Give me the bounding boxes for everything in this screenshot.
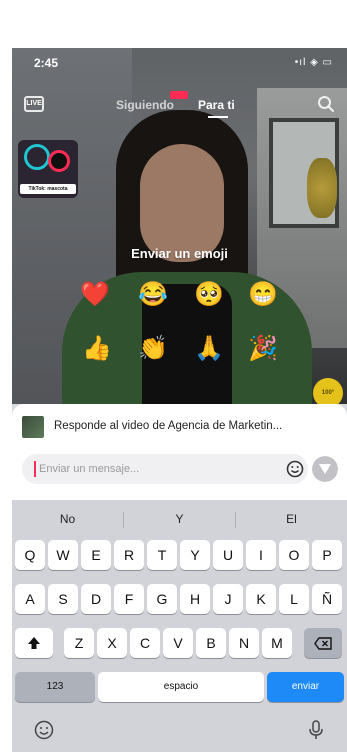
key-m[interactable]: M <box>262 628 292 658</box>
key-n[interactable]: N <box>229 628 259 658</box>
key-g[interactable]: G <box>147 584 177 614</box>
key-d[interactable]: D <box>81 584 111 614</box>
promo-sticker[interactable]: TikTok: mascota <box>18 140 78 198</box>
status-time: 2:45 <box>34 56 59 70</box>
video-thumbnail <box>22 416 44 438</box>
message-input[interactable] <box>34 461 264 477</box>
coin-badge[interactable]: 100° <box>313 378 343 404</box>
suggestion-y[interactable]: Y <box>124 506 235 532</box>
key-b[interactable]: B <box>196 628 226 658</box>
shift-key[interactable] <box>15 628 53 658</box>
emoji-party[interactable]: 🎉 <box>248 334 278 364</box>
key-enye[interactable]: Ñ <box>312 584 342 614</box>
keyboard: No Y El Q W E R T Y U I O P A S D F G H … <box>12 500 347 752</box>
key-u[interactable]: U <box>213 540 243 570</box>
send-arrow-icon[interactable] <box>312 456 338 482</box>
key-x[interactable]: X <box>97 628 127 658</box>
emoji-laughing[interactable]: 😂 <box>138 280 168 310</box>
key-w[interactable]: W <box>48 540 78 570</box>
key-v[interactable]: V <box>163 628 193 658</box>
promo-vinyl-icon <box>48 150 70 172</box>
shift-arrow-icon <box>28 637 40 649</box>
key-y[interactable]: Y <box>180 540 210 570</box>
emoji-grinning[interactable]: 😁 <box>248 280 278 310</box>
video-player[interactable]: 2:45 •ıl ◈ ▭ LIVE Siguiendo Para ti TikT… <box>12 48 347 404</box>
key-a[interactable]: A <box>15 584 45 614</box>
active-tab-indicator <box>208 116 228 118</box>
key-p[interactable]: P <box>312 540 342 570</box>
numbers-key[interactable]: 123 <box>15 672 95 702</box>
key-c[interactable]: C <box>130 628 160 658</box>
emoji-picker-title: Enviar un emoji <box>131 246 228 261</box>
reply-panel: Responde al video de Agencia de Marketin… <box>12 404 347 500</box>
live-label: LIVE <box>26 100 42 107</box>
key-z[interactable]: Z <box>64 628 94 658</box>
reply-context-text: Responde al video de Agencia de Marketin… <box>54 420 283 432</box>
key-q[interactable]: Q <box>15 540 45 570</box>
key-i[interactable]: I <box>246 540 276 570</box>
emoji-thumbs-up[interactable]: 👍 <box>82 334 112 364</box>
promo-ring-icon <box>24 144 50 170</box>
space-key[interactable]: espacio <box>98 672 264 702</box>
key-o[interactable]: O <box>279 540 309 570</box>
key-j[interactable]: J <box>213 584 243 614</box>
promo-label: TikTok: mascota <box>20 184 76 194</box>
tab-para-ti[interactable]: Para ti <box>198 98 235 112</box>
key-l[interactable]: L <box>279 584 309 614</box>
backspace-icon <box>314 637 332 650</box>
send-key[interactable]: enviar <box>267 672 344 702</box>
emoji-pleading[interactable]: 🥺 <box>194 280 224 310</box>
emoji-keyboard-icon[interactable] <box>32 718 56 742</box>
key-r[interactable]: R <box>114 540 144 570</box>
emoji-pray[interactable]: 🙏 <box>194 334 224 364</box>
message-field[interactable] <box>22 454 308 484</box>
key-t[interactable]: T <box>147 540 177 570</box>
suggestion-no[interactable]: No <box>12 506 123 532</box>
emoji-heart[interactable]: ❤️ <box>80 280 110 310</box>
video-dim-overlay <box>12 48 347 404</box>
key-e[interactable]: E <box>81 540 111 570</box>
search-icon[interactable] <box>317 95 335 113</box>
status-icons: •ıl ◈ ▭ <box>294 57 333 68</box>
key-h[interactable]: H <box>180 584 210 614</box>
microphone-icon[interactable] <box>304 718 328 742</box>
backspace-key[interactable] <box>304 628 342 658</box>
tab-siguiendo[interactable]: Siguiendo <box>116 98 174 112</box>
live-tv-icon[interactable]: LIVE <box>24 96 44 112</box>
suggestion-el[interactable]: El <box>236 506 347 532</box>
emoji-smiley-icon[interactable] <box>286 460 304 478</box>
key-s[interactable]: S <box>48 584 78 614</box>
phone-screen: 2:45 •ıl ◈ ▭ LIVE Siguiendo Para ti TikT… <box>12 48 347 752</box>
key-k[interactable]: K <box>246 584 276 614</box>
key-f[interactable]: F <box>114 584 144 614</box>
emoji-clapping[interactable]: 👏 <box>138 334 168 364</box>
